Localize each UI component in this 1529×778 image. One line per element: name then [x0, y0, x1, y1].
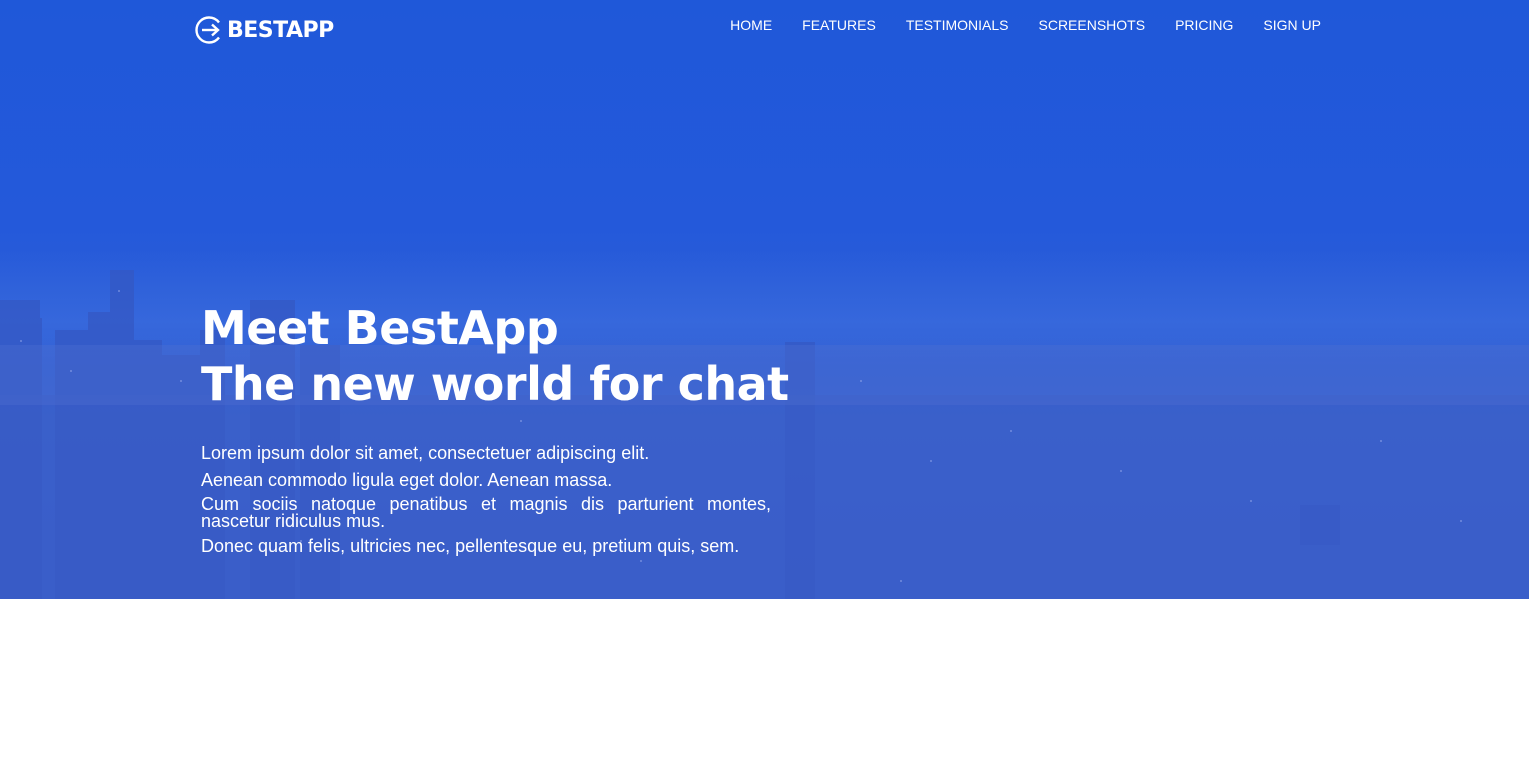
hero-section: BESTAPP HOME FEATURES TESTIMONIALS SCREE… [0, 0, 1529, 599]
main-nav: HOME FEATURES TESTIMONIALS SCREENSHOTS P… [730, 16, 1321, 34]
hero-paragraph: Lorem ipsum dolor sit amet, consectetuer… [201, 443, 650, 463]
brand-name: BESTAPP [227, 17, 334, 43]
hero-description: Lorem ipsum dolor sit amet, consectetuer… [201, 442, 771, 557]
circle-arrow-right-icon [195, 16, 223, 44]
hero-headline-line1: Meet BestApp [201, 301, 559, 355]
hero-content: Meet BestApp The new world for chat Lore… [201, 300, 789, 562]
hero-headline: Meet BestApp The new world for chat [201, 300, 789, 412]
nav-item-screenshots[interactable]: SCREENSHOTS [1039, 16, 1146, 34]
nav-item-pricing[interactable]: PRICING [1175, 16, 1233, 34]
hero-paragraph: Donec quam felis, ultricies nec, pellent… [201, 536, 740, 556]
nav-item-features[interactable]: FEATURES [802, 16, 876, 34]
nav-item-testimonials[interactable]: TESTIMONIALS [906, 16, 1009, 34]
below-hero-section [0, 599, 1529, 778]
top-navbar: BESTAPP HOME FEATURES TESTIMONIALS SCREE… [0, 0, 1529, 52]
nav-item-sign-up[interactable]: SIGN UP [1263, 16, 1321, 34]
brand-logo[interactable]: BESTAPP [194, 14, 334, 46]
hero-headline-line2: The new world for chat [201, 357, 789, 411]
hero-paragraph: Cum sociis natoque penatibus et magnis d… [201, 494, 771, 531]
hero-paragraph: Aenean commodo ligula eget dolor. Aenean… [201, 470, 613, 490]
nav-item-home[interactable]: HOME [730, 16, 772, 34]
